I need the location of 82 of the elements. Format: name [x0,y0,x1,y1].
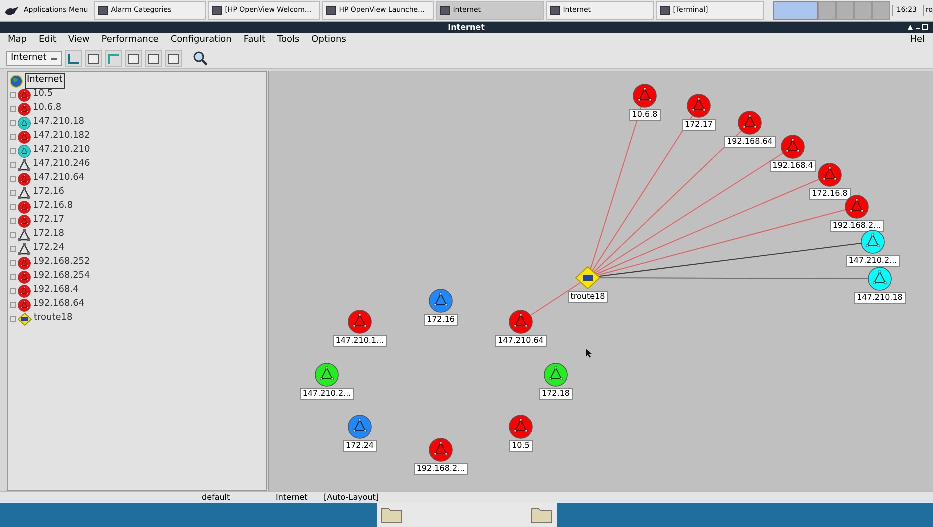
mouse-cursor-icon [586,349,592,358]
status-text: Internet [276,492,309,504]
search-icon[interactable] [192,51,208,66]
expand-icon[interactable] [10,246,16,252]
tree-item[interactable]: troute18 [34,312,73,326]
tree-item[interactable]: 147.210.18 [33,116,85,130]
tree-item[interactable]: 172.24 [33,242,64,256]
node-label: 172.18 [539,388,573,400]
expand-icon[interactable] [10,190,16,196]
expand-icon[interactable] [10,92,16,98]
expand-icon[interactable] [10,260,16,266]
menu-item[interactable]: Configuration [170,34,232,48]
window-icon [212,6,222,15]
menu-item[interactable]: Performance [102,34,159,48]
menu-item[interactable]: View [68,34,90,48]
tree-item[interactable]: Internet [25,73,65,89]
expand-icon[interactable] [10,232,16,238]
folder-icon[interactable] [530,506,552,524]
status-text: default [202,492,232,504]
expand-icon[interactable] [10,134,16,140]
expand-icon[interactable] [10,316,16,322]
mouse-icon [4,4,20,16]
tree-item[interactable]: 192.168.252 [33,256,90,270]
tree-item[interactable]: 172.17 [33,214,64,228]
window-icon [440,6,450,15]
router-icon [575,266,601,290]
node-label: 172.16.8 [809,188,851,200]
tree-item[interactable]: 147.210.64 [33,172,85,186]
node-label: 192.168.64 [724,136,776,148]
window-icon [660,6,670,15]
node-label: 172.24 [343,440,377,452]
expand-icon[interactable] [10,162,16,168]
node-label: 147.210.64 [495,335,547,347]
tree-item[interactable]: 192.168.4 [33,284,79,298]
expand-icon[interactable] [10,274,16,280]
router-icon [18,312,32,326]
node-label: 10.5 [509,440,533,452]
tree-item[interactable]: 10.6.8 [33,102,62,116]
window-icon [98,6,108,15]
node-label: 147.210.2... [300,388,354,400]
expand-icon[interactable] [10,218,16,224]
menu-item[interactable]: Map [8,34,27,48]
tree-item[interactable]: 172.16.8 [33,200,74,214]
menu-item[interactable]: Fault [244,34,266,48]
expand-icon[interactable] [10,176,16,182]
node-label: 147.210.18 [854,292,906,304]
tree-item[interactable]: 147.210.210 [33,144,90,158]
node-label: 172.16 [424,314,458,326]
menu-item[interactable]: Edit [39,34,56,48]
folder-icon[interactable] [380,506,402,524]
node-label: 147.210.1... [332,335,388,347]
tree-item[interactable]: 192.168.64 [33,298,85,312]
expand-icon[interactable] [10,148,16,154]
window-icon [326,6,336,15]
tree-item[interactable]: 172.16 [33,186,64,200]
tree-item[interactable]: 147.210.246 [33,158,90,172]
window-title: Internet [448,24,485,32]
node-label: 10.6.8 [629,109,661,121]
globe-icon [10,74,23,88]
node-label: troute18 [568,291,608,303]
expand-icon[interactable] [10,106,16,112]
tree-item[interactable]: 10.5 [33,88,54,102]
tree-item[interactable]: 147.210.182 [33,130,90,144]
status-text: [Auto-Layout] [324,492,380,504]
expand-icon[interactable] [10,288,16,294]
menu-item[interactable]: Options [312,34,346,48]
node-label: 147.210.2... [846,255,900,267]
node-label: 192.168.2... [830,220,884,232]
workspace-switcher[interactable] [772,1,890,20]
window-icon [550,6,560,15]
expand-icon[interactable] [10,204,16,210]
window-controls-icon[interactable] [907,24,929,31]
expand-icon[interactable] [10,302,16,308]
menu-item[interactable]: Tools [278,34,300,48]
node-label: 172.17 [682,119,716,131]
tree-item[interactable]: 192.168.254 [33,270,90,284]
expand-icon[interactable] [10,120,16,126]
tree-item[interactable]: 172.18 [33,228,64,242]
map-select[interactable]: Internet [6,51,62,66]
node-label: 192.168.4 [770,160,816,172]
node-label: 192.168.2... [414,463,468,475]
menu-item[interactable]: Hel [910,34,925,48]
